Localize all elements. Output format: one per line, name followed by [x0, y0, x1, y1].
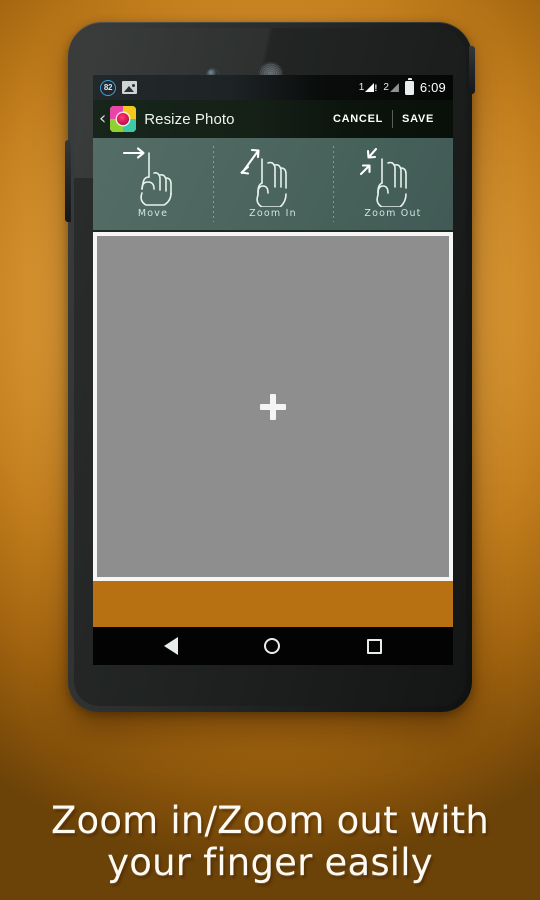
- nav-back-triangle-icon[interactable]: [164, 637, 179, 655]
- gesture-label: Zoom Out: [364, 208, 422, 219]
- promo-tagline-line-1: Zoom in/Zoom out with: [50, 799, 490, 843]
- power-button[interactable]: [469, 46, 475, 94]
- gesture-hint-move: Move: [93, 138, 213, 230]
- pinch-in-icon: [359, 147, 407, 207]
- promo-tagline-line-2: your finger easily: [107, 841, 433, 885]
- sim1-signal-indicator: 1 !: [359, 82, 378, 93]
- phone-screen: 82 1 ! 2 6:09 ‹ Resize Photo CANCEL SAVE…: [93, 75, 453, 665]
- signal-bars-icon: [365, 83, 375, 92]
- phone-device: 82 1 ! 2 6:09 ‹ Resize Photo CANCEL SAVE…: [65, 22, 475, 712]
- save-button[interactable]: SAVE: [393, 113, 443, 125]
- app-bar: ‹ Resize Photo CANCEL SAVE: [93, 100, 453, 138]
- status-bar-left: 82: [100, 79, 137, 96]
- gallery-notification-icon: [122, 81, 137, 94]
- app-icon-lens-icon: [117, 113, 130, 125]
- app-icon[interactable]: [110, 106, 137, 132]
- sim2-label: 2: [383, 82, 389, 93]
- volume-rocker-button[interactable]: [65, 140, 71, 222]
- one-finger-drag-icon: [122, 147, 172, 206]
- cancel-button[interactable]: CANCEL: [324, 113, 392, 125]
- bottom-accent-bar: [93, 581, 453, 627]
- sim2-signal-indicator: 2: [383, 82, 399, 93]
- app-bar-actions: CANCEL SAVE: [324, 110, 443, 128]
- page-title: Resize Photo: [144, 110, 235, 128]
- status-bar: 82 1 ! 2 6:09: [93, 75, 453, 100]
- promo-tagline: Zoom in/Zoom out with your finger easily: [0, 800, 540, 884]
- plus-icon[interactable]: [260, 394, 286, 420]
- sim1-label: 1: [358, 82, 365, 93]
- promo-screenshot-root: 82 1 ! 2 6:09 ‹ Resize Photo CANCEL SAVE…: [0, 0, 540, 900]
- gesture-label: Zoom In: [249, 208, 297, 219]
- back-chevron-icon[interactable]: ‹: [97, 110, 108, 128]
- nav-recents-square-icon[interactable]: [366, 638, 382, 654]
- gesture-hint-zoom-in: Zoom In: [213, 138, 333, 230]
- editor-canvas-area: [93, 232, 453, 581]
- gesture-label: Move: [137, 208, 169, 219]
- status-bar-right: 1 ! 2 6:09: [359, 78, 446, 95]
- nav-home-circle-icon[interactable]: [264, 638, 281, 654]
- status-bar-clock: 6:09: [419, 80, 446, 95]
- gesture-hint-bar: Move Zoom In Zoom Out: [93, 138, 453, 232]
- photo-canvas[interactable]: [97, 236, 449, 577]
- pinch-out-icon: [240, 148, 287, 207]
- signal-bars-empty-icon: [390, 83, 399, 92]
- sim1-alert-label: !: [374, 82, 378, 93]
- notification-count-badge: 82: [100, 79, 116, 96]
- android-nav-bar: [93, 627, 453, 665]
- battery-icon: [404, 78, 414, 95]
- gesture-hint-zoom-out: Zoom Out: [333, 138, 453, 230]
